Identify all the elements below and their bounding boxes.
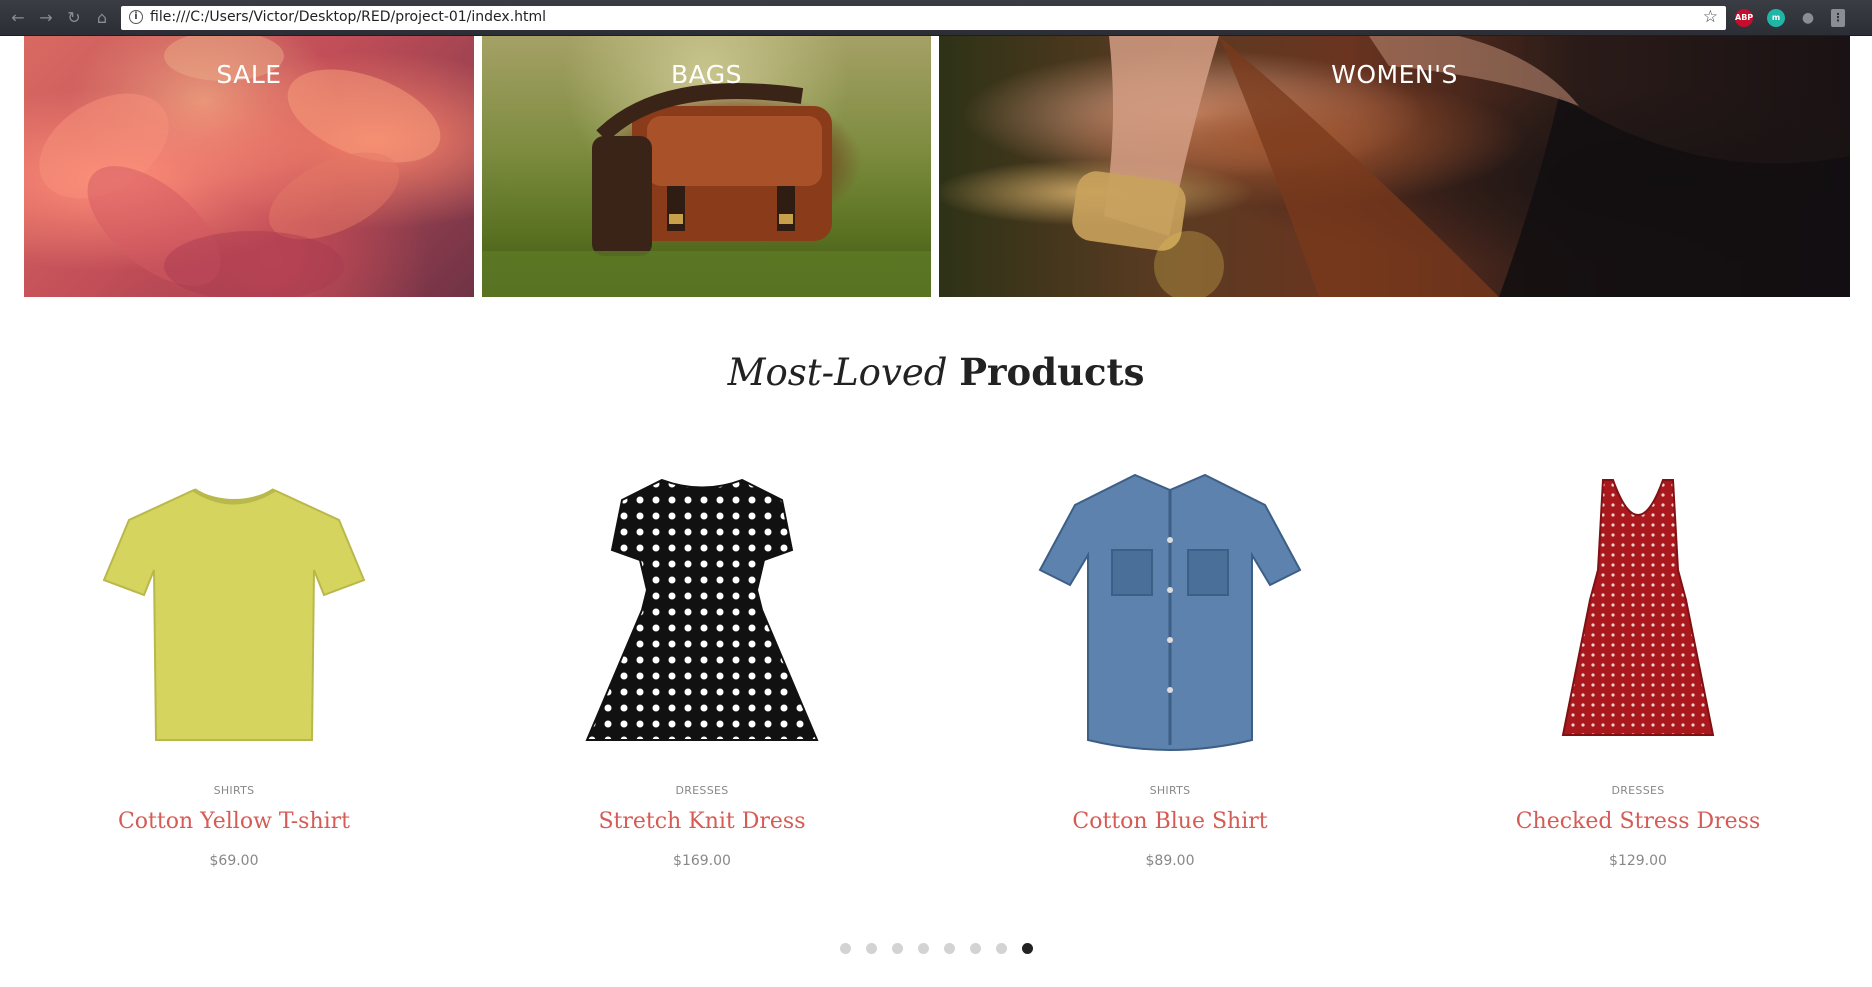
home-icon[interactable]: ⌂ [92, 8, 112, 28]
product-image[interactable] [936, 460, 1404, 760]
carousel-dot[interactable] [1022, 943, 1033, 954]
back-icon[interactable]: ← [8, 8, 28, 28]
product-name-link[interactable]: Stretch Knit Dress [468, 809, 936, 834]
product-card[interactable]: DRESSES Stretch Knit Dress $169.00 [468, 460, 936, 880]
carousel-dot[interactable] [996, 943, 1007, 954]
product-category: DRESSES [1611, 784, 1665, 797]
polka-dot-dress-image [585, 478, 819, 741]
product-name-link[interactable]: Cotton Yellow T-shirt [0, 809, 468, 834]
product-image[interactable] [0, 460, 468, 760]
product-category: SHIRTS [213, 784, 255, 797]
reload-icon[interactable]: ↻ [64, 8, 84, 28]
carousel-dot[interactable] [840, 943, 851, 954]
carousel-dot[interactable] [866, 943, 877, 954]
menu-icon[interactable]: ⋮ [1831, 9, 1845, 27]
carousel-dot[interactable] [944, 943, 955, 954]
denim-shirt-image [1038, 473, 1302, 751]
carousel-dot[interactable] [918, 943, 929, 954]
banner-womens[interactable]: WOMEN'S [939, 36, 1850, 297]
product-card[interactable]: DRESSES Checked Stress Dress $129.00 [1404, 460, 1872, 880]
product-image[interactable] [468, 460, 936, 760]
section-title-italic: Most-Loved [727, 351, 948, 394]
banner-bags[interactable]: BAGS [482, 36, 931, 297]
product-price: $129.00 [1609, 853, 1667, 869]
star-icon[interactable]: ☆ [1703, 7, 1718, 27]
product-category: SHIRTS [1149, 784, 1191, 797]
product-name-link[interactable]: Cotton Blue Shirt [936, 809, 1404, 834]
product-price: $169.00 [673, 853, 731, 869]
product-price: $69.00 [209, 853, 259, 869]
banner-label-bags: BAGS [670, 60, 743, 89]
section-title: Most-Loved Products [0, 350, 1872, 394]
carousel-dot[interactable] [970, 943, 981, 954]
browser-toolbar: ← → ↻ ⌂ i file:///C:/Users/Victor/Deskto… [0, 0, 1872, 36]
banner-label-sale: SALE [216, 60, 282, 89]
product-card[interactable]: SHIRTS Cotton Blue Shirt $89.00 [936, 460, 1404, 880]
forward-icon[interactable]: → [36, 8, 56, 28]
product-price: $89.00 [1145, 853, 1195, 869]
profile-icon[interactable]: ● [1799, 9, 1817, 27]
carousel-dot[interactable] [892, 943, 903, 954]
m-extension-icon[interactable]: m [1767, 9, 1785, 27]
url-text[interactable]: file:///C:/Users/Victor/Desktop/RED/proj… [150, 9, 546, 25]
address-bar[interactable]: i file:///C:/Users/Victor/Desktop/RED/pr… [121, 6, 1726, 30]
banner-label-womens: WOMEN'S [1331, 60, 1458, 89]
adblock-plus-icon[interactable]: ABP [1735, 9, 1753, 27]
product-card[interactable]: SHIRTS Cotton Yellow T-shirt $69.00 [0, 460, 468, 880]
banner-sale[interactable]: SALE [24, 36, 474, 297]
product-category: DRESSES [675, 784, 729, 797]
section-title-bold: Products [959, 350, 1145, 394]
yellow-tshirt-image [102, 488, 366, 741]
product-image[interactable] [1404, 460, 1872, 760]
product-name-link[interactable]: Checked Stress Dress [1404, 809, 1872, 834]
info-icon[interactable]: i [129, 10, 143, 24]
red-dress-image [1561, 479, 1715, 736]
